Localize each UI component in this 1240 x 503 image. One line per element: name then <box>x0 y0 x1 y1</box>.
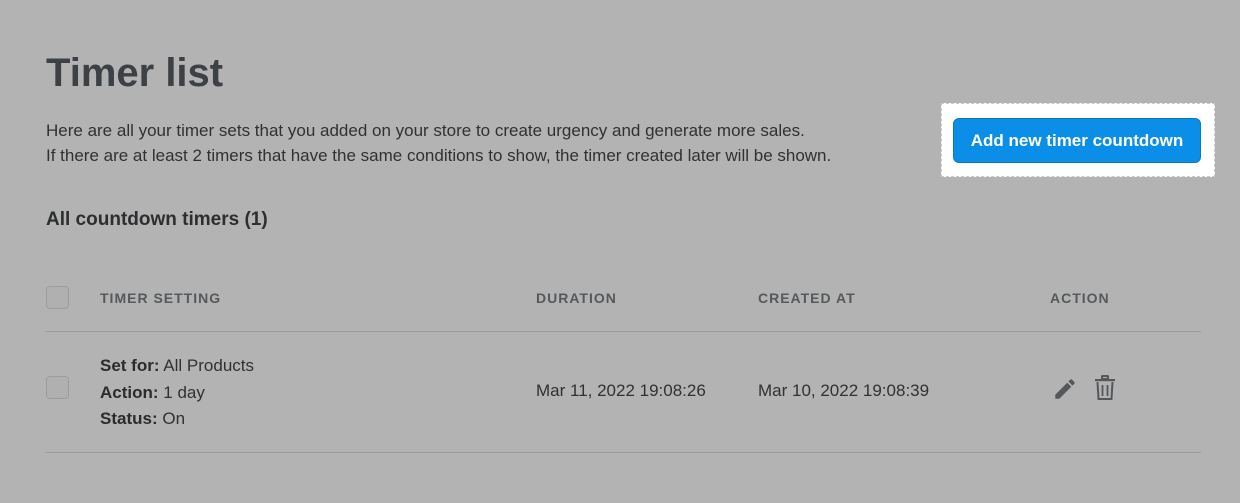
select-all-checkbox[interactable] <box>46 286 69 309</box>
column-header-created-at: CREATED AT <box>758 290 856 306</box>
timer-setting-cell: Set for: All Products Action: 1 day Stat… <box>100 353 254 433</box>
table-header-divider <box>46 331 1201 332</box>
status-label: Status: <box>100 409 158 428</box>
row-checkbox[interactable] <box>46 376 69 399</box>
column-header-duration: DURATION <box>536 290 617 306</box>
duration-cell: Mar 11, 2022 19:08:26 <box>536 381 706 400</box>
pencil-icon[interactable] <box>1052 376 1078 402</box>
column-header-timer-setting: TIMER SETTING <box>100 290 222 306</box>
status-line: Status: On <box>100 406 254 433</box>
column-header-action: ACTION <box>1050 290 1110 306</box>
table-row-divider <box>46 452 1201 453</box>
trash-icon[interactable] <box>1094 375 1116 401</box>
description-line-1: Here are all your timer sets that you ad… <box>46 121 805 140</box>
action-line: Action: 1 day <box>100 380 254 407</box>
set-for-line: Set for: All Products <box>100 353 254 380</box>
page-title: Timer list <box>46 51 224 95</box>
status-value: On <box>162 409 186 428</box>
add-new-timer-button[interactable]: Add new timer countdown <box>953 118 1201 163</box>
section-title: All countdown timers (1) <box>46 209 268 230</box>
created-at-cell: Mar 10, 2022 19:08:39 <box>758 381 930 400</box>
action-value: 1 day <box>163 382 205 402</box>
action-label: Action: <box>100 382 159 402</box>
set-for-value: All Products <box>163 356 254 375</box>
set-for-label: Set for: <box>100 356 160 375</box>
page-description: Here are all your timer sets that you ad… <box>46 118 831 168</box>
description-line-2: If there are at least 2 timers that have… <box>46 146 832 165</box>
